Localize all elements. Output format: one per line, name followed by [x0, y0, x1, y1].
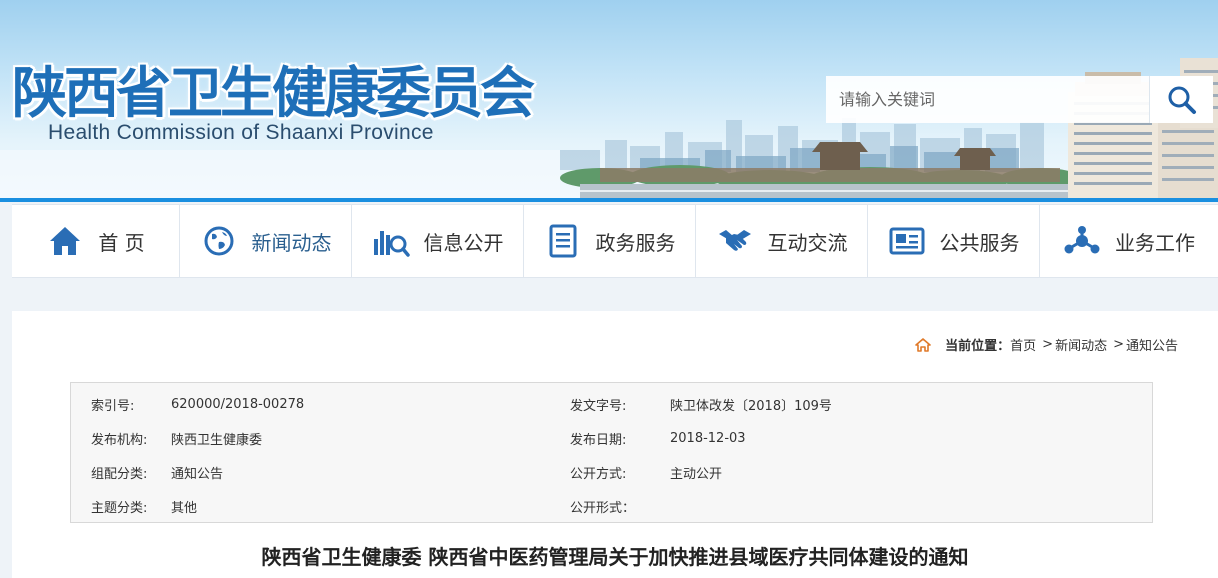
globe-icon	[200, 222, 238, 260]
document-metadata-table: 索引号: 620000/2018-00278 发文字号: 陕卫体改发〔2018〕10…	[70, 382, 1153, 523]
site-title: 陕西省卫生健康委员会	[12, 60, 535, 125]
nav-item-public-services[interactable]: 公共服务	[868, 205, 1040, 277]
article-title: 陕西省卫生健康委 陕西省中医药管理局关于加快推进县域医疗共同体建设的通知	[261, 545, 969, 569]
handshake-icon	[716, 222, 754, 260]
metadata-row: 发布机构: 陕西卫生健康委 发布日期: 2018-12-03	[71, 421, 1152, 455]
nav-label-business-work: 业务工作	[1115, 230, 1195, 255]
meta-value-disclosure-method: 主动公开	[670, 466, 723, 482]
home-icon	[46, 222, 84, 260]
meta-value-topic: 其他	[171, 500, 198, 516]
newspaper-icon	[888, 222, 926, 260]
breadcrumb-link-news[interactable]: 新闻动态	[1055, 335, 1107, 354]
nav-item-gov-services[interactable]: 政务服务	[524, 205, 696, 277]
meta-key-publish-date: 发布日期:	[570, 432, 627, 448]
breadcrumb-link-home[interactable]: 首页	[1010, 335, 1036, 354]
nav-item-interaction[interactable]: 互动交流	[696, 205, 868, 277]
nav-item-home[interactable]: 首 页	[12, 205, 180, 277]
meta-key-category: 组配分类:	[91, 466, 148, 482]
chart-search-icon	[372, 222, 410, 260]
site-subtitle: Health Commission of Shaanxi Province	[48, 121, 434, 144]
meta-key-disclosure-method: 公开方式:	[570, 466, 627, 482]
main-nav: 首 页 新闻动态 信息公开 政务服务 互动交流 公共服务 业务工作	[12, 204, 1218, 278]
nav-item-business-work[interactable]: 业务工作	[1040, 205, 1218, 277]
breadcrumb-home-icon	[915, 337, 931, 352]
nav-label-gov-services: 政务服务	[595, 230, 676, 255]
search-icon	[1168, 86, 1196, 114]
metadata-row: 主题分类: 其他 公开形式：	[71, 489, 1152, 523]
metadata-row: 索引号: 620000/2018-00278 发文字号: 陕卫体改发〔2018〕10…	[71, 387, 1152, 421]
search-box	[826, 76, 1213, 123]
breadcrumb-link-notices[interactable]: 通知公告	[1126, 335, 1178, 354]
nav-label-interaction: 互动交流	[767, 230, 848, 255]
nav-label-info-disclosure: 信息公开	[423, 230, 504, 255]
meta-value-document-number: 陕卫体改发〔2018〕109号	[670, 398, 832, 414]
breadcrumb-separator: >	[1113, 337, 1124, 352]
nav-item-news[interactable]: 新闻动态	[180, 205, 352, 277]
metadata-row: 组配分类: 通知公告 公开方式: 主动公开	[71, 455, 1152, 489]
nav-label-public-services: 公共服务	[939, 230, 1020, 255]
breadcrumb: 当前位置： 首页 > 新闻动态 > 通知公告	[915, 335, 1178, 354]
meta-value-category: 通知公告	[171, 466, 224, 482]
meta-key-disclosure-form: 公开形式：	[570, 500, 636, 516]
site-header: 陕西省卫生健康委员会 Health Commission of Shaanxi …	[0, 0, 1218, 200]
meta-key-publisher: 发布机构:	[91, 432, 148, 448]
content-panel: 当前位置： 首页 > 新闻动态 > 通知公告 索引号: 620000/2018-0…	[12, 311, 1218, 578]
header-accent-bar	[0, 198, 1218, 202]
nav-label-news: 新闻动态	[251, 230, 332, 255]
search-button[interactable]	[1149, 76, 1213, 123]
breadcrumb-separator: >	[1042, 337, 1054, 352]
network-icon	[1063, 222, 1101, 260]
meta-key-document-number: 发文字号:	[570, 398, 627, 414]
search-input[interactable]	[826, 76, 1149, 123]
breadcrumb-label: 当前位置：	[945, 339, 1011, 354]
meta-key-index-number: 索引号:	[91, 398, 135, 414]
meta-value-index-number: 620000/2018-00278	[171, 396, 305, 412]
nav-item-info-disclosure[interactable]: 信息公开	[352, 205, 524, 277]
meta-key-topic: 主题分类:	[91, 500, 148, 516]
meta-value-publisher: 陕西卫生健康委	[171, 432, 263, 448]
nav-label-home: 首 页	[98, 230, 145, 255]
meta-value-publish-date: 2018-12-03	[670, 430, 746, 446]
document-icon	[544, 222, 582, 260]
